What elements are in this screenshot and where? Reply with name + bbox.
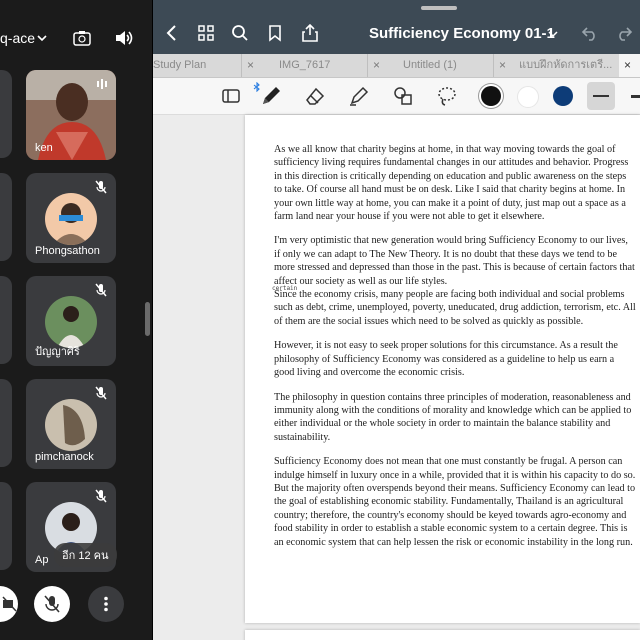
avatar: [45, 399, 97, 451]
color-swatch-navy[interactable]: [553, 86, 573, 106]
participant-tile-clipped[interactable]: [0, 70, 12, 158]
participant-tile-clipped[interactable]: [0, 276, 12, 364]
chevron-down-icon[interactable]: [36, 32, 48, 44]
tab-untitled[interactable]: × Untitled (1): [367, 54, 494, 77]
mic-off-icon: [95, 283, 107, 297]
mic-off-icon: [95, 386, 107, 400]
mic-off-icon: [44, 595, 60, 613]
drawing-toolbar: [153, 78, 640, 115]
speaker-icon[interactable]: [114, 29, 134, 47]
document-title[interactable]: Sufficiency Economy 01-1: [369, 25, 555, 42]
paragraph: As we all know that charity begins at ho…: [274, 144, 629, 223]
paragraph: Sufficiency Economy does not mean that o…: [274, 456, 636, 548]
more-vertical-icon: [104, 596, 108, 612]
tab-label: IMG_7617: [279, 59, 331, 71]
mic-off-icon: [95, 180, 107, 194]
redo-icon[interactable]: [615, 24, 633, 42]
search-icon[interactable]: [231, 24, 249, 42]
participant-tile[interactable]: pimchanock: [26, 379, 116, 469]
mic-toggle-button[interactable]: [34, 586, 70, 622]
paragraph: The philosophy in question contains thre…: [274, 391, 632, 443]
eraser-tool-icon[interactable]: [303, 84, 327, 108]
bookmark-icon[interactable]: [266, 24, 284, 42]
tab-thai-exercise[interactable]: × แบบฝึกหัดการเตรี...: [493, 54, 620, 77]
color-swatch-white[interactable]: [517, 86, 539, 108]
split-view-handle[interactable]: [145, 302, 150, 336]
audio-level-icon: [97, 79, 107, 89]
more-participants-badge[interactable]: อีก 12 คน: [54, 543, 117, 567]
share-icon[interactable]: [301, 24, 319, 42]
call-header: q-ace: [0, 20, 152, 56]
tab-label: Study Plan: [153, 59, 207, 71]
grid-icon[interactable]: [197, 24, 215, 42]
document-canvas[interactable]: As we all know that charity begins at ho…: [153, 115, 640, 640]
reader-mode-icon[interactable]: [219, 84, 243, 108]
tab-close-icon[interactable]: ×: [373, 54, 380, 77]
next-page[interactable]: [245, 630, 640, 640]
video-call-panel: q-ace ken Phongsathon ปัญญาศิริ pimchano…: [0, 0, 152, 640]
mic-off-icon: [95, 489, 107, 503]
meeting-code[interactable]: q-ace: [0, 30, 35, 46]
participant-tile-clipped[interactable]: [0, 379, 12, 467]
participant-name: ปัญญาศิริ: [35, 346, 80, 358]
paragraph: I'm very optimistic that new generation …: [274, 235, 635, 287]
participant-name: ken: [35, 142, 53, 154]
lasso-tool-icon[interactable]: [435, 84, 459, 108]
camera-toggle-button[interactable]: [0, 586, 18, 622]
tab-close-icon[interactable]: ×: [624, 54, 631, 77]
highlighter-tool-icon[interactable]: [347, 84, 371, 108]
camera-off-icon: [2, 596, 17, 612]
participant-tile[interactable]: Phongsathon: [26, 173, 116, 263]
pen-tool-icon[interactable]: [259, 84, 283, 108]
switch-camera-icon[interactable]: [73, 30, 91, 46]
tab-close-icon[interactable]: ×: [499, 54, 506, 77]
paragraph: Since the economy crisis, many people ar…: [274, 289, 636, 327]
stroke-width-button-2[interactable]: [625, 82, 640, 110]
back-icon[interactable]: [163, 24, 181, 42]
tab-study-plan[interactable]: Study Plan ×: [153, 54, 242, 77]
window-grabber[interactable]: [421, 6, 457, 10]
document-tabs: Study Plan × × IMG_7617 × Untitled (1) ×…: [153, 54, 640, 78]
participant-name: Ap: [35, 554, 49, 566]
notes-app: Sufficiency Economy 01-1 Study Plan × × …: [153, 0, 640, 640]
participant-tile[interactable]: ปัญญาศิริ: [26, 276, 116, 366]
tab-label: แบบฝึกหัดการเตรี...: [519, 59, 613, 71]
stroke-width-icon: [593, 95, 609, 97]
tab-label: Untitled (1): [403, 59, 457, 71]
handwritten-annotation: certain: [272, 285, 298, 292]
paragraph: However, it is not easy to seek proper s…: [274, 340, 618, 379]
tab-img-7617[interactable]: × IMG_7617: [241, 54, 368, 77]
shapes-tool-icon[interactable]: [391, 84, 415, 108]
avatar: [45, 296, 97, 348]
undo-icon[interactable]: [581, 24, 599, 42]
participant-tile[interactable]: ken: [26, 70, 116, 160]
stroke-width-icon: [631, 95, 640, 98]
tab-close-icon[interactable]: ×: [247, 54, 254, 77]
participant-name: pimchanock: [35, 451, 94, 463]
avatar: [45, 193, 97, 245]
more-options-button[interactable]: [88, 586, 124, 622]
tab-sufficiency-economy[interactable]: ×: [619, 54, 640, 77]
chevron-down-icon[interactable]: [548, 30, 558, 38]
participant-tile-clipped[interactable]: [0, 173, 12, 261]
participant-tile-clipped[interactable]: [0, 482, 12, 570]
document-page[interactable]: As we all know that charity begins at ho…: [245, 115, 640, 623]
mic-off-icon: [0, 76, 2, 92]
color-swatch-black[interactable]: [481, 86, 501, 106]
document-text: As we all know that charity begins at ho…: [274, 143, 636, 560]
navigation-bar: Sufficiency Economy 01-1: [153, 0, 640, 54]
stroke-width-button[interactable]: [587, 82, 615, 110]
participant-name: Phongsathon: [35, 245, 100, 257]
